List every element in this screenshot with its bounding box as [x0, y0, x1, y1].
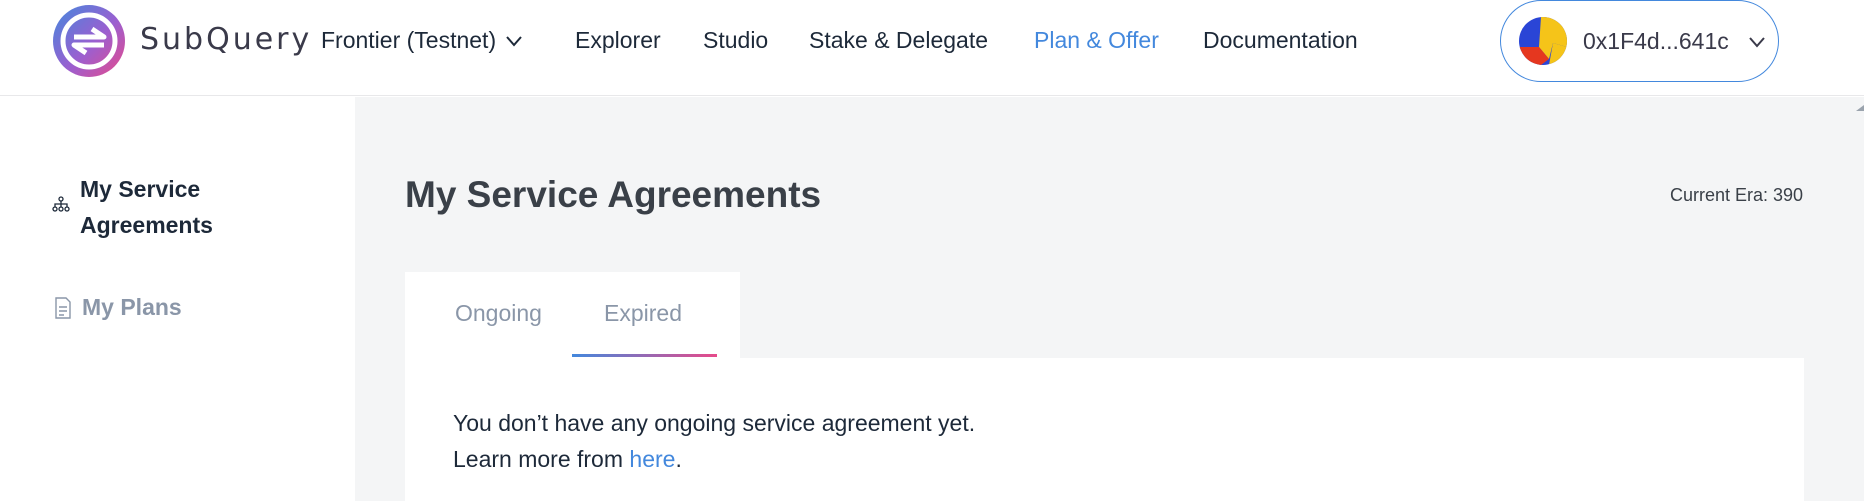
account-button[interactable]: 0x1F4d...641c	[1500, 0, 1779, 82]
empty-message: You don’t have any ongoing service agree…	[453, 410, 976, 436]
learn-more-suffix: .	[675, 446, 682, 472]
sidebar-item-my-plans[interactable]: My Plans	[54, 294, 182, 321]
learn-more-link[interactable]: here	[629, 446, 675, 472]
subquery-logo-icon[interactable]	[52, 4, 126, 78]
account-address: 0x1F4d...641c	[1583, 28, 1729, 54]
avatar	[1519, 17, 1567, 65]
nav-explorer[interactable]: Explorer	[575, 27, 661, 54]
nav-studio[interactable]: Studio	[703, 27, 768, 54]
network-selector[interactable]: Frontier (Testnet)	[321, 27, 524, 54]
tabs: Ongoing Expired	[405, 272, 740, 358]
sidebar: My Service Agreements My Plans	[0, 97, 355, 501]
network-label: Frontier (Testnet)	[321, 27, 497, 53]
page-title: My Service Agreements	[405, 174, 822, 215]
nav-stake-delegate[interactable]: Stake & Delegate	[809, 27, 988, 54]
main-content: My Service Agreements Current Era: 390 O…	[355, 97, 1864, 501]
current-era: Current Era: 390	[1670, 185, 1804, 205]
learn-more-prefix: Learn more from	[453, 446, 630, 472]
tab-expired[interactable]: Expired	[604, 300, 682, 327]
tab-active-indicator	[572, 354, 717, 357]
logo-wordmark: SubQuery	[140, 22, 313, 57]
top-header: SubQuery Frontier (Testnet) Explorer Stu…	[0, 0, 1864, 96]
chevron-down-icon	[1749, 37, 1765, 48]
network-icon	[52, 196, 70, 212]
sidebar-item-label: My Plans	[82, 294, 182, 320]
empty-state: You don’t have any ongoing service agree…	[405, 358, 1804, 501]
document-icon	[55, 296, 71, 319]
learn-more-text: Learn more from here.	[453, 446, 682, 473]
nav-documentation[interactable]: Documentation	[1203, 27, 1358, 54]
sidebar-item-label: My Service Agreements	[80, 176, 213, 238]
nav-plan-offer[interactable]: Plan & Offer	[1034, 27, 1159, 54]
tab-ongoing[interactable]: Ongoing	[455, 300, 542, 327]
chevron-down-icon	[506, 35, 522, 47]
sidebar-item-my-service-agreements[interactable]: My Service Agreements	[52, 171, 250, 243]
scrollbar-arrow-icon[interactable]	[1856, 97, 1864, 113]
